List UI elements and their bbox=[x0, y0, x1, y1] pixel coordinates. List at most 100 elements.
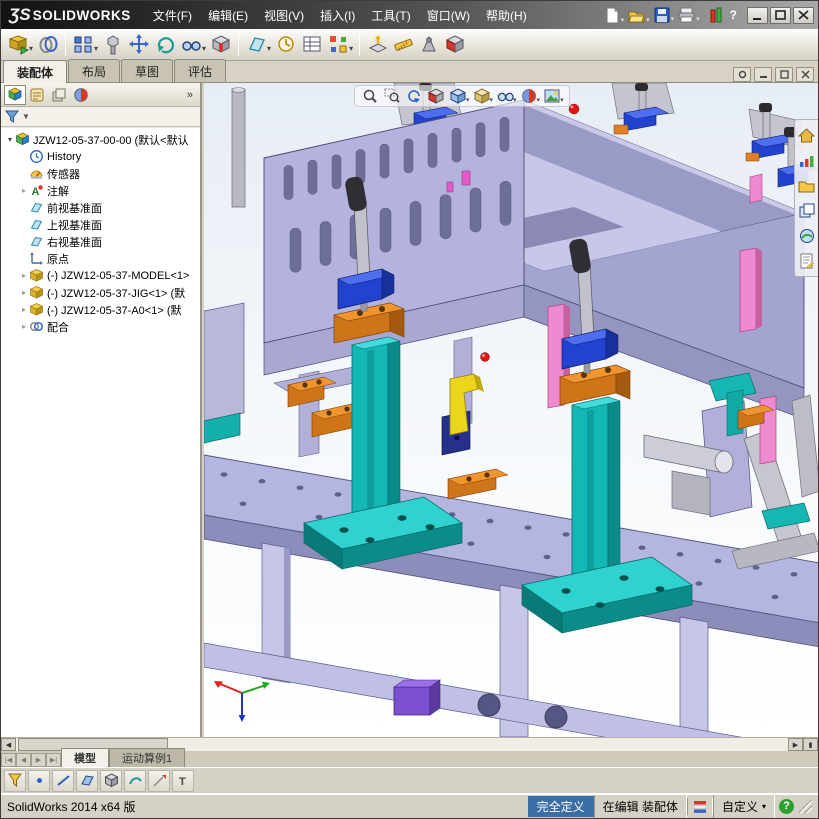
tab-assembly[interactable]: 装配体 bbox=[3, 60, 68, 83]
tab-scroll-next-button[interactable]: ▶ bbox=[31, 753, 46, 767]
filter-vertices-icon[interactable] bbox=[28, 769, 50, 792]
filter-edges-icon[interactable] bbox=[52, 769, 74, 792]
tab-model[interactable]: 模型 bbox=[61, 748, 109, 767]
filter-annotations-icon[interactable]: T bbox=[172, 769, 194, 792]
tree-item-mates[interactable]: ▸ 配合 bbox=[1, 318, 200, 335]
menu-tools[interactable]: 工具(T) bbox=[363, 3, 418, 28]
tab-evaluate[interactable]: 评估 bbox=[174, 59, 227, 82]
status-help-icon[interactable]: ? bbox=[779, 798, 794, 814]
tree-item-label: 传感器 bbox=[47, 168, 80, 181]
filter-toggle-icon[interactable] bbox=[4, 769, 26, 792]
rotate-component-icon[interactable] bbox=[152, 32, 178, 58]
new-document-icon[interactable]: ▾ bbox=[605, 7, 624, 24]
maximize-button[interactable] bbox=[770, 6, 791, 24]
menu-help[interactable]: 帮助(H) bbox=[478, 3, 535, 28]
show-hidden-components-icon[interactable] bbox=[178, 32, 204, 58]
instant3d-icon[interactable] bbox=[364, 32, 390, 58]
zoom-to-area-icon[interactable] bbox=[381, 86, 403, 106]
configuration-manager-icon[interactable] bbox=[48, 85, 70, 105]
zoom-to-fit-icon[interactable] bbox=[359, 86, 381, 106]
doc-pin-button[interactable] bbox=[733, 67, 751, 82]
menu-window[interactable]: 窗口(W) bbox=[419, 3, 478, 28]
print-icon[interactable]: ▾ bbox=[678, 7, 700, 23]
tree-item-component-model[interactable]: ▸ (-) JZW12-05-37-MODEL<1> bbox=[1, 267, 200, 284]
tab-scroll-last-button[interactable]: ▶| bbox=[46, 753, 61, 767]
performance-icon[interactable] bbox=[710, 7, 722, 23]
tree-item-right-plane[interactable]: 右视基准面 bbox=[1, 233, 200, 250]
save-icon[interactable]: ▾ bbox=[654, 7, 674, 23]
panel-flyout-chevron[interactable]: » bbox=[183, 89, 197, 101]
tree-item-component-jig[interactable]: ▸ (-) JZW12-05-37-JIG<1> (默 bbox=[1, 284, 200, 301]
expand-arrow[interactable]: ▸ bbox=[19, 271, 29, 280]
filter-faces-icon[interactable] bbox=[76, 769, 98, 792]
filter-surface-bodies-icon[interactable] bbox=[124, 769, 146, 792]
status-custom-dropdown[interactable]: 自定义 ▾ bbox=[712, 794, 775, 818]
doc-close-button[interactable] bbox=[796, 67, 814, 82]
help-icon[interactable]: ? bbox=[730, 8, 737, 22]
filter-caret[interactable]: ▼ bbox=[22, 112, 30, 121]
expand-arrow[interactable]: ▸ bbox=[19, 288, 29, 297]
previous-view-icon[interactable] bbox=[403, 86, 425, 106]
tree-item-component-a0[interactable]: ▸ (-) JZW12-05-37-A0<1> (默 bbox=[1, 301, 200, 318]
tree-item-history[interactable]: History bbox=[1, 148, 200, 165]
assembly-features-icon[interactable] bbox=[208, 32, 234, 58]
scroll-right-button[interactable]: ▶ bbox=[788, 738, 803, 751]
expand-arrow[interactable]: ▸ bbox=[19, 186, 29, 195]
minimize-button[interactable] bbox=[747, 6, 768, 24]
section-view-icon[interactable] bbox=[425, 86, 447, 106]
tab-sketch[interactable]: 草图 bbox=[121, 59, 174, 82]
tab-layout[interactable]: 布局 bbox=[68, 59, 121, 82]
3d-model-scene[interactable] bbox=[204, 83, 819, 737]
pane-split-handle[interactable]: ▮ bbox=[803, 738, 818, 751]
filter-funnel-icon[interactable] bbox=[5, 110, 20, 124]
status-quick-tips-icon[interactable] bbox=[686, 797, 713, 815]
expand-arrow[interactable]: ▸ bbox=[19, 322, 29, 331]
file-explorer-icon[interactable] bbox=[796, 175, 817, 196]
tree-item-origin[interactable]: 原点 bbox=[1, 250, 200, 267]
filter-sketch-segments-icon[interactable] bbox=[148, 769, 170, 792]
window-resize-grip[interactable] bbox=[798, 799, 812, 813]
tree-item-root[interactable]: ▾ JZW12-05-37-00-00 (默认<默认 bbox=[1, 131, 200, 148]
doc-restore-button[interactable] bbox=[775, 67, 793, 82]
tab-scroll-first-button[interactable]: |◀ bbox=[1, 753, 16, 767]
graphics-area[interactable]: ▾ ▾ ▾ ▾ ▾ bbox=[204, 83, 819, 737]
tree-item-top-plane[interactable]: 上视基准面 bbox=[1, 216, 200, 233]
expand-arrow[interactable]: ▸ bbox=[19, 305, 29, 314]
linear-component-pattern-icon[interactable] bbox=[70, 32, 96, 58]
design-library-icon[interactable] bbox=[796, 150, 817, 171]
scroll-left-button[interactable]: ◀ bbox=[1, 738, 16, 751]
menu-insert[interactable]: 插入(I) bbox=[312, 3, 363, 28]
menu-file[interactable]: 文件(F) bbox=[145, 3, 200, 28]
insert-components-icon[interactable] bbox=[5, 32, 31, 58]
open-icon[interactable]: ▾ bbox=[628, 7, 650, 24]
custom-properties-icon[interactable] bbox=[796, 250, 817, 271]
featuremanager-tree-icon[interactable] bbox=[4, 84, 26, 105]
tree-item-label: 注解 bbox=[47, 185, 69, 198]
doc-minimize-button[interactable] bbox=[754, 67, 772, 82]
smart-fasteners-icon[interactable] bbox=[100, 32, 126, 58]
mass-properties-icon[interactable] bbox=[416, 32, 442, 58]
filter-solid-bodies-icon[interactable] bbox=[100, 769, 122, 792]
exploded-view-icon[interactable] bbox=[325, 32, 351, 58]
tab-scroll-prev-button[interactable]: ◀ bbox=[16, 753, 31, 767]
expand-arrow[interactable]: ▾ bbox=[5, 135, 15, 144]
appearances-scenes-icon[interactable] bbox=[796, 225, 817, 246]
tab-motion-study-1[interactable]: 运动算例1 bbox=[109, 748, 186, 767]
move-component-icon[interactable] bbox=[126, 32, 152, 58]
tree-item-sensors[interactable]: 传感器 bbox=[1, 165, 200, 182]
section-view-icon[interactable] bbox=[442, 32, 468, 58]
solidworks-resources-icon[interactable] bbox=[796, 125, 817, 146]
reference-geometry-icon[interactable] bbox=[243, 32, 269, 58]
mate-icon[interactable] bbox=[35, 32, 61, 58]
close-button[interactable] bbox=[793, 6, 814, 24]
menu-edit[interactable]: 编辑(E) bbox=[200, 3, 256, 28]
display-manager-icon[interactable] bbox=[70, 85, 92, 105]
view-palette-icon[interactable] bbox=[796, 200, 817, 221]
tree-item-front-plane[interactable]: 前视基准面 bbox=[1, 199, 200, 216]
menu-view[interactable]: 视图(V) bbox=[256, 3, 312, 28]
tree-item-annotations[interactable]: ▸ A 注解 bbox=[1, 182, 200, 199]
property-manager-icon[interactable] bbox=[26, 85, 48, 105]
measure-icon[interactable] bbox=[390, 32, 416, 58]
bill-of-materials-icon[interactable] bbox=[299, 32, 325, 58]
new-motion-study-icon[interactable] bbox=[273, 32, 299, 58]
